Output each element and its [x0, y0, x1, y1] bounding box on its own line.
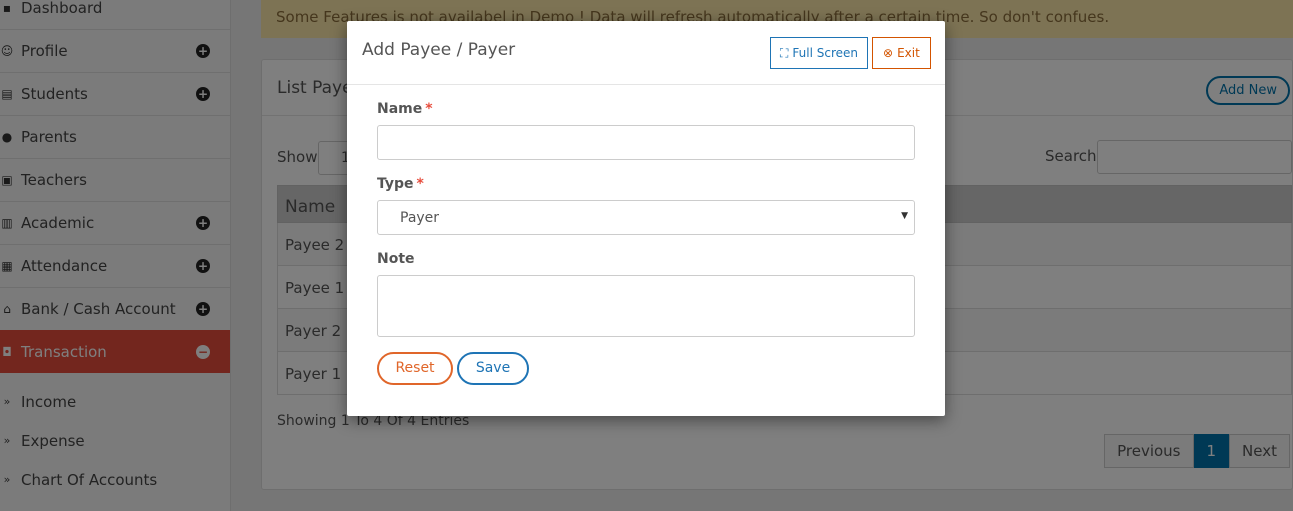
exit-label: Exit [897, 46, 920, 60]
type-label-text: Type [377, 176, 414, 192]
reset-button[interactable]: Reset [377, 352, 453, 385]
modal-header: Add Payee / Payer ⛶ Full Screen ⊗ Exit [347, 21, 945, 85]
required-marker: * [425, 101, 433, 117]
note-field-label: Note [377, 251, 415, 267]
note-textarea[interactable] [377, 275, 915, 337]
expand-icon: ⛶ [780, 46, 789, 60]
type-select[interactable]: Payer ▼ [377, 200, 915, 235]
name-input[interactable] [377, 125, 915, 160]
type-select-value: Payer [400, 210, 440, 226]
required-marker: * [416, 176, 424, 192]
caret-down-icon: ▼ [901, 211, 908, 221]
add-payee-modal: Add Payee / Payer ⛶ Full Screen ⊗ Exit N… [347, 21, 945, 416]
type-field-label: Type * [377, 176, 424, 192]
full-screen-button[interactable]: ⛶ Full Screen [770, 37, 868, 69]
full-screen-label: Full Screen [792, 46, 858, 60]
note-label-text: Note [377, 251, 415, 267]
modal-title: Add Payee / Payer [362, 40, 516, 60]
close-circle-icon: ⊗ [883, 46, 894, 60]
exit-button[interactable]: ⊗ Exit [872, 37, 931, 69]
name-field-label: Name * [377, 101, 433, 117]
save-button[interactable]: Save [457, 352, 529, 385]
name-label-text: Name [377, 101, 423, 117]
